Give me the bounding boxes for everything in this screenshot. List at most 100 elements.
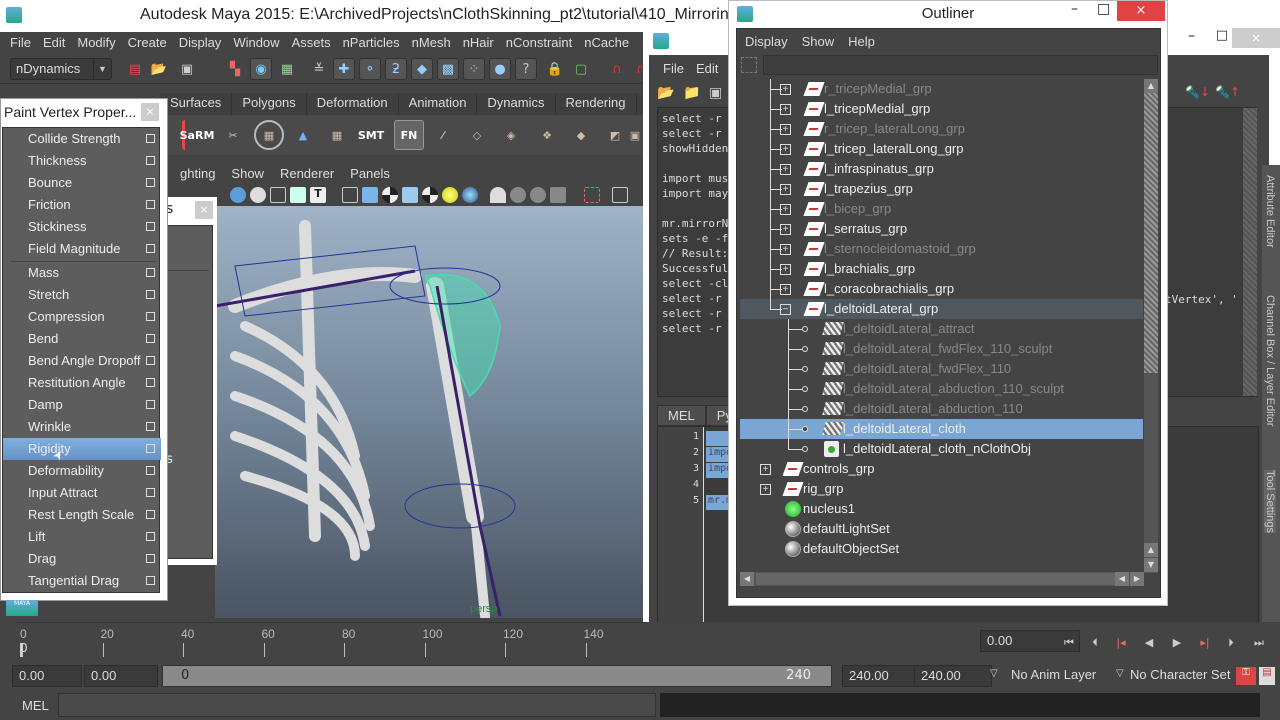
paint-property-tangential-drag[interactable]: Tangential Drag	[3, 570, 161, 592]
paint-property-rest-length-scale[interactable]: Rest Length Scale	[3, 504, 161, 526]
outliner-item[interactable]: l_deltoidLateral_cloth	[740, 419, 1143, 439]
scroll-left-arrow-icon[interactable]: ◀	[740, 572, 754, 586]
expand-icon[interactable]: +	[780, 264, 791, 275]
outliner-item[interactable]: + l_infraspinatus_grp	[740, 159, 1143, 179]
expand-icon[interactable]: +	[780, 124, 791, 135]
paint-property-bend-angle-dropoff[interactable]: Bend Angle Dropoff	[3, 350, 161, 372]
flat-shade-icon[interactable]	[250, 187, 266, 203]
checkbox[interactable]	[146, 134, 155, 143]
menu-nhair[interactable]: nHair	[457, 32, 500, 54]
outliner-item[interactable]: defaultLightSet	[740, 519, 1143, 539]
outliner-horizontal-scrollbar[interactable]: ◀ ◀ ▶	[740, 572, 1144, 586]
paint-property-deformability[interactable]: Deformability	[3, 460, 161, 482]
outliner-item[interactable]: l_deltoidLateral_cloth_nClothObj	[740, 439, 1143, 459]
menu-nparticles[interactable]: nParticles	[337, 32, 406, 54]
range-slider[interactable]: 0 240	[162, 665, 832, 687]
outliner-item[interactable]: + controls_grp	[740, 459, 1143, 479]
outliner-item[interactable]: + rig_grp	[740, 479, 1143, 499]
outliner-item[interactable]: + l_tricepMedial_grp	[740, 99, 1143, 119]
script-editor-close-button[interactable]: ×	[1232, 28, 1280, 48]
select-highlight-icon[interactable]: ▢	[570, 58, 592, 80]
history-vertical-scrollbar[interactable]	[1243, 108, 1257, 396]
checkbox[interactable]	[146, 356, 155, 365]
checkbox[interactable]	[146, 156, 155, 165]
paint-property-bounce[interactable]: Bounce	[3, 172, 161, 194]
checkbox[interactable]	[146, 466, 155, 475]
joint-xray-icon[interactable]	[290, 187, 306, 203]
command-input[interactable]	[58, 693, 656, 717]
search-down-icon[interactable]: 🔦↓	[1185, 85, 1210, 99]
shelf-tab-polygons[interactable]: Polygons	[232, 93, 307, 115]
smt-tool-icon[interactable]: SMT	[356, 120, 386, 150]
deformer-mode-icon[interactable]: ▩	[437, 58, 459, 80]
outliner-item[interactable]: l_deltoidLateral_fwdFlex_110_sculpt	[740, 339, 1143, 359]
dof-icon[interactable]	[550, 187, 566, 203]
select-object-icon[interactable]: ◉	[250, 58, 272, 80]
hscroll-thumb[interactable]	[756, 573, 1116, 585]
se-menu-file[interactable]: File	[657, 61, 690, 76]
shelf-tab-deformation[interactable]: Deformation	[307, 93, 399, 115]
smooth-shade-icon[interactable]	[230, 187, 246, 203]
step-back-key-icon[interactable]: ⏴	[1086, 636, 1104, 652]
scroll-right-arrow-icon[interactable]: ▶	[1130, 572, 1144, 586]
character-set-dropdown-icon[interactable]: ▽	[1116, 668, 1124, 679]
outliner-item[interactable]: l_deltoidLateral_abduction_110	[740, 399, 1143, 419]
fn-tool-icon[interactable]: FN	[394, 120, 424, 150]
se-menu-edit[interactable]: Edit	[690, 61, 724, 76]
anim-prefs-icon[interactable]: ▤	[1259, 667, 1275, 685]
menu-edit[interactable]: Edit	[37, 32, 71, 54]
curve-mode-icon[interactable]: ƻ	[385, 58, 407, 80]
go-to-end-icon[interactable]: ⏭	[1250, 636, 1268, 652]
paint-property-restitution-angle[interactable]: Restitution Angle	[3, 372, 161, 394]
checkbox[interactable]	[146, 178, 155, 187]
checkbox[interactable]	[146, 532, 155, 541]
expand-icon[interactable]: +	[780, 284, 791, 295]
expand-icon[interactable]: +	[760, 464, 771, 475]
outliner-item[interactable]: l_deltoidLateral_abduction_110_sculpt	[740, 379, 1143, 399]
outliner-maximize-button[interactable]: □	[1097, 1, 1110, 17]
save-scene-icon[interactable]: ▣	[176, 58, 198, 80]
checkbox[interactable]	[146, 334, 155, 343]
outliner-item[interactable]: + l_sternocleidomastoid_grp	[740, 239, 1143, 259]
help-mode-icon[interactable]: ?	[515, 58, 537, 80]
outliner-item[interactable]: nucleus1	[740, 499, 1143, 519]
expand-icon[interactable]: +	[780, 184, 791, 195]
checkbox[interactable]	[146, 488, 155, 497]
tab-attribute-editor[interactable]: Attribute Editor	[1264, 175, 1276, 248]
paint-vertex-close-button[interactable]: ×	[141, 103, 159, 121]
bevel-tool-icon[interactable]: ◈	[496, 120, 526, 150]
panel-menu-lighting[interactable]: ghting	[160, 164, 223, 184]
checkbox[interactable]	[146, 268, 155, 277]
scroll-thumb[interactable]	[1144, 93, 1158, 373]
playback-start-field[interactable]: 0.00	[84, 665, 158, 687]
checkbox[interactable]	[146, 554, 155, 563]
script-editor-maximize-button[interactable]: □	[1216, 28, 1228, 43]
outliner-item[interactable]: + l_serratus_grp	[740, 219, 1143, 239]
outliner-item[interactable]: + l_coracobrachialis_grp	[740, 279, 1143, 299]
paint-property-collide-strength[interactable]: Collide Strength	[3, 128, 161, 150]
menu-create[interactable]: Create	[122, 32, 173, 54]
motion-blur-icon[interactable]	[510, 187, 526, 203]
checkbox[interactable]	[146, 400, 155, 409]
expand-icon[interactable]: +	[780, 204, 791, 215]
paint-property-field-magnitude[interactable]: Field Magnitude	[3, 238, 161, 260]
checker-icon[interactable]	[382, 187, 398, 203]
scroll-down-arrow-icon[interactable]: ▼	[1144, 558, 1158, 572]
expand-icon[interactable]: +	[760, 484, 771, 495]
cut-faces-icon[interactable]: ✂	[218, 120, 248, 150]
expand-icon[interactable]: +	[780, 84, 791, 95]
checkbox[interactable]	[146, 200, 155, 209]
split-tool-icon[interactable]: ⁄	[428, 120, 458, 150]
outliner-menu-display[interactable]: Display	[745, 34, 795, 49]
camera-cube-icon[interactable]	[612, 187, 628, 203]
playback-end-field[interactable]: 240.00	[842, 665, 922, 687]
step-back-frame-icon[interactable]: |◂	[1112, 636, 1130, 652]
scroll-left-arrow-icon[interactable]: ◀	[1115, 572, 1129, 586]
menu-set-dropdown[interactable]: nDynamics ▼	[10, 58, 112, 80]
vertex-mode-icon[interactable]: ✚	[333, 58, 355, 80]
step-forward-key-icon[interactable]: ⏵	[1222, 636, 1240, 652]
outliner-item[interactable]: + l_brachialis_grp	[740, 259, 1143, 279]
shelf-tab-animation[interactable]: Animation	[399, 93, 478, 115]
save-script-icon[interactable]: ▣	[709, 85, 722, 101]
checkbox[interactable]	[146, 422, 155, 431]
